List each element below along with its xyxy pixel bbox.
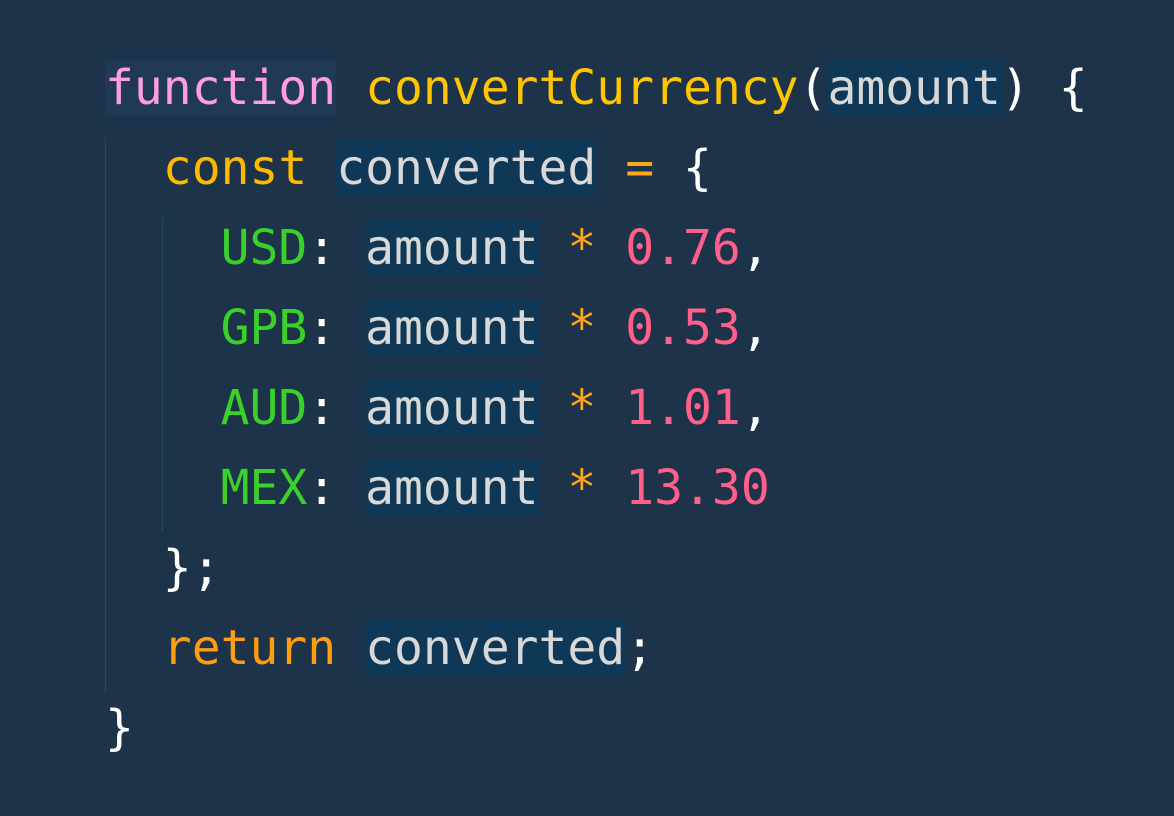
brace-close: } — [162, 540, 192, 596]
semicolon: ; — [625, 620, 655, 676]
key-mex: MEX — [220, 460, 308, 516]
multiply-operator: * — [567, 300, 597, 356]
colon: : — [307, 300, 337, 356]
code-line-usd: USD: amount * 0.76, — [105, 208, 770, 288]
return-keyword: return — [162, 620, 337, 676]
code-line-mex: MEX: amount * 13.30 — [105, 448, 770, 528]
brace-close: } — [105, 700, 134, 756]
ident-amount: amount — [365, 300, 539, 356]
multiply-operator: * — [567, 460, 597, 516]
code-line-gpb: GPB: amount * 0.53, — [105, 288, 770, 368]
function-keyword: function — [105, 60, 337, 116]
brace-open: { — [1058, 60, 1088, 116]
rate-value: 0.76 — [625, 220, 741, 276]
colon: : — [307, 460, 337, 516]
function-name: convertCurrency — [365, 60, 799, 116]
paren-close: ) — [1000, 60, 1030, 116]
colon: : — [307, 220, 337, 276]
ident-amount: amount — [365, 220, 539, 276]
key-gpb: GPB — [220, 300, 308, 356]
var-converted: converted — [365, 620, 626, 676]
code-line-8: return converted; — [105, 608, 654, 688]
rate-value: 0.53 — [625, 300, 741, 356]
comma: , — [740, 300, 770, 356]
semicolon: ; — [191, 540, 221, 596]
key-usd: USD — [220, 220, 308, 276]
var-converted: converted — [336, 140, 597, 196]
ident-amount: amount — [365, 380, 539, 436]
code-line-9: } — [105, 688, 134, 768]
code-line-7: }; — [105, 528, 221, 608]
code-editor[interactable]: function convertCurrency(amount) { const… — [0, 0, 1174, 816]
key-aud: AUD — [220, 380, 308, 436]
rate-value: 1.01 — [625, 380, 741, 436]
assign-operator: = — [625, 140, 655, 196]
code-line-aud: AUD: amount * 1.01, — [105, 368, 770, 448]
comma: , — [740, 380, 770, 436]
rate-value: 13.30 — [625, 460, 770, 516]
paren-open: ( — [798, 60, 828, 116]
param-amount: amount — [827, 60, 1001, 116]
comma: , — [740, 220, 770, 276]
code-line-1: function convertCurrency(amount) { — [105, 48, 1088, 128]
code-line-2: const converted = { — [105, 128, 712, 208]
multiply-operator: * — [567, 380, 597, 436]
const-keyword: const — [162, 140, 308, 196]
colon: : — [307, 380, 337, 436]
brace-open: { — [683, 140, 712, 196]
multiply-operator: * — [567, 220, 597, 276]
ident-amount: amount — [365, 460, 539, 516]
